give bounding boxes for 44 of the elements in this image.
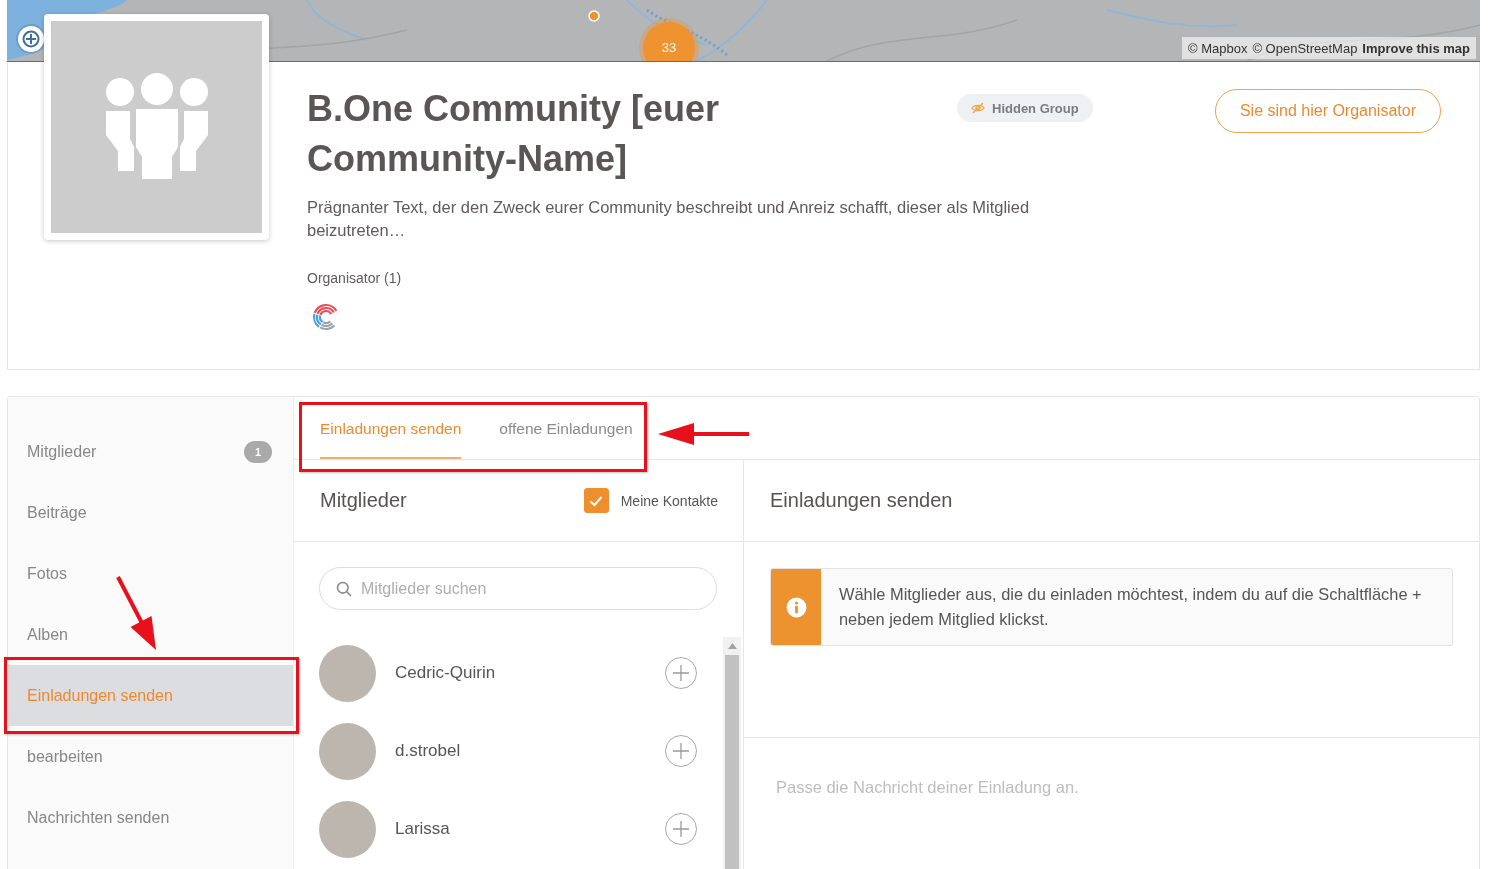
avatar-placeholder [319, 644, 376, 702]
organizer-button[interactable]: Sie sind hier Organisator [1214, 89, 1441, 133]
search-field[interactable]: Mitglieder suchen [319, 567, 717, 610]
info-text: Wähle Mitglieder aus, die du einladen möchtest, indem du auf die Schaltfläche + neben jedem Mitglied klickst. [838, 584, 1423, 630]
add-member-button[interactable] [665, 735, 697, 767]
scrollbar[interactable] [723, 637, 741, 869]
checkbox-label[interactable]: Meine Kontakte [620, 492, 718, 509]
tab[interactable]: Einladungen senden [320, 397, 462, 459]
avatar-placeholder [319, 800, 376, 858]
attribution-link[interactable]: © Mapbox [1187, 40, 1248, 56]
avatar-placeholder [319, 722, 376, 780]
info-icon [785, 596, 807, 618]
member-name: Cedric-Quirin [395, 663, 496, 683]
scrollbar-thumb[interactable] [725, 655, 739, 869]
member-name: d.strobel [395, 741, 461, 761]
plus-icon [672, 820, 690, 838]
sidebar-item[interactable]: Nachrichten senden [8, 787, 293, 848]
plus-icon [672, 664, 690, 682]
panel-title: Mitglieder [320, 489, 407, 512]
attribution-link[interactable]: © OpenStreetMap [1252, 40, 1358, 56]
tab[interactable]: offene Einladungen [499, 397, 633, 459]
search-icon [336, 581, 352, 597]
group-description: Prägnanter Text, der den Zweck eurer Community beschreibt und Anreiz schafft, dieser als Mitglied beizutreten… [307, 197, 1031, 241]
badge-text: Hidden Group [992, 100, 1079, 116]
add-member-button[interactable] [665, 813, 697, 845]
add-member-button[interactable] [665, 657, 697, 689]
count-badge: 1 [244, 440, 272, 463]
group-title: B.One Community [euer Community-Name] [307, 87, 721, 181]
caret-up-icon[interactable] [727, 643, 737, 649]
sidebar-item[interactable]: bearbeiten [8, 726, 293, 787]
sidebar-item[interactable]: Alben [8, 604, 293, 665]
sidebar-item[interactable]: Einladungen senden [8, 665, 293, 726]
plus-icon [672, 742, 690, 760]
eye-slash-icon [971, 101, 985, 115]
panel-title: Einladungen senden [770, 489, 953, 512]
sidebar-item[interactable]: Mitglieder 1 [8, 421, 293, 482]
member-name: Larissa [395, 819, 450, 839]
target-icon [22, 30, 40, 48]
improve-map-link[interactable]: Improve this map [1362, 40, 1470, 56]
organizers-label: Organisator (1) [307, 269, 403, 288]
sidebar-item[interactable]: Beiträge [8, 482, 293, 543]
map-marker-icon[interactable] [588, 10, 600, 22]
sidebar-item[interactable]: Fotos [8, 543, 293, 604]
checkbox[interactable] [583, 488, 609, 513]
